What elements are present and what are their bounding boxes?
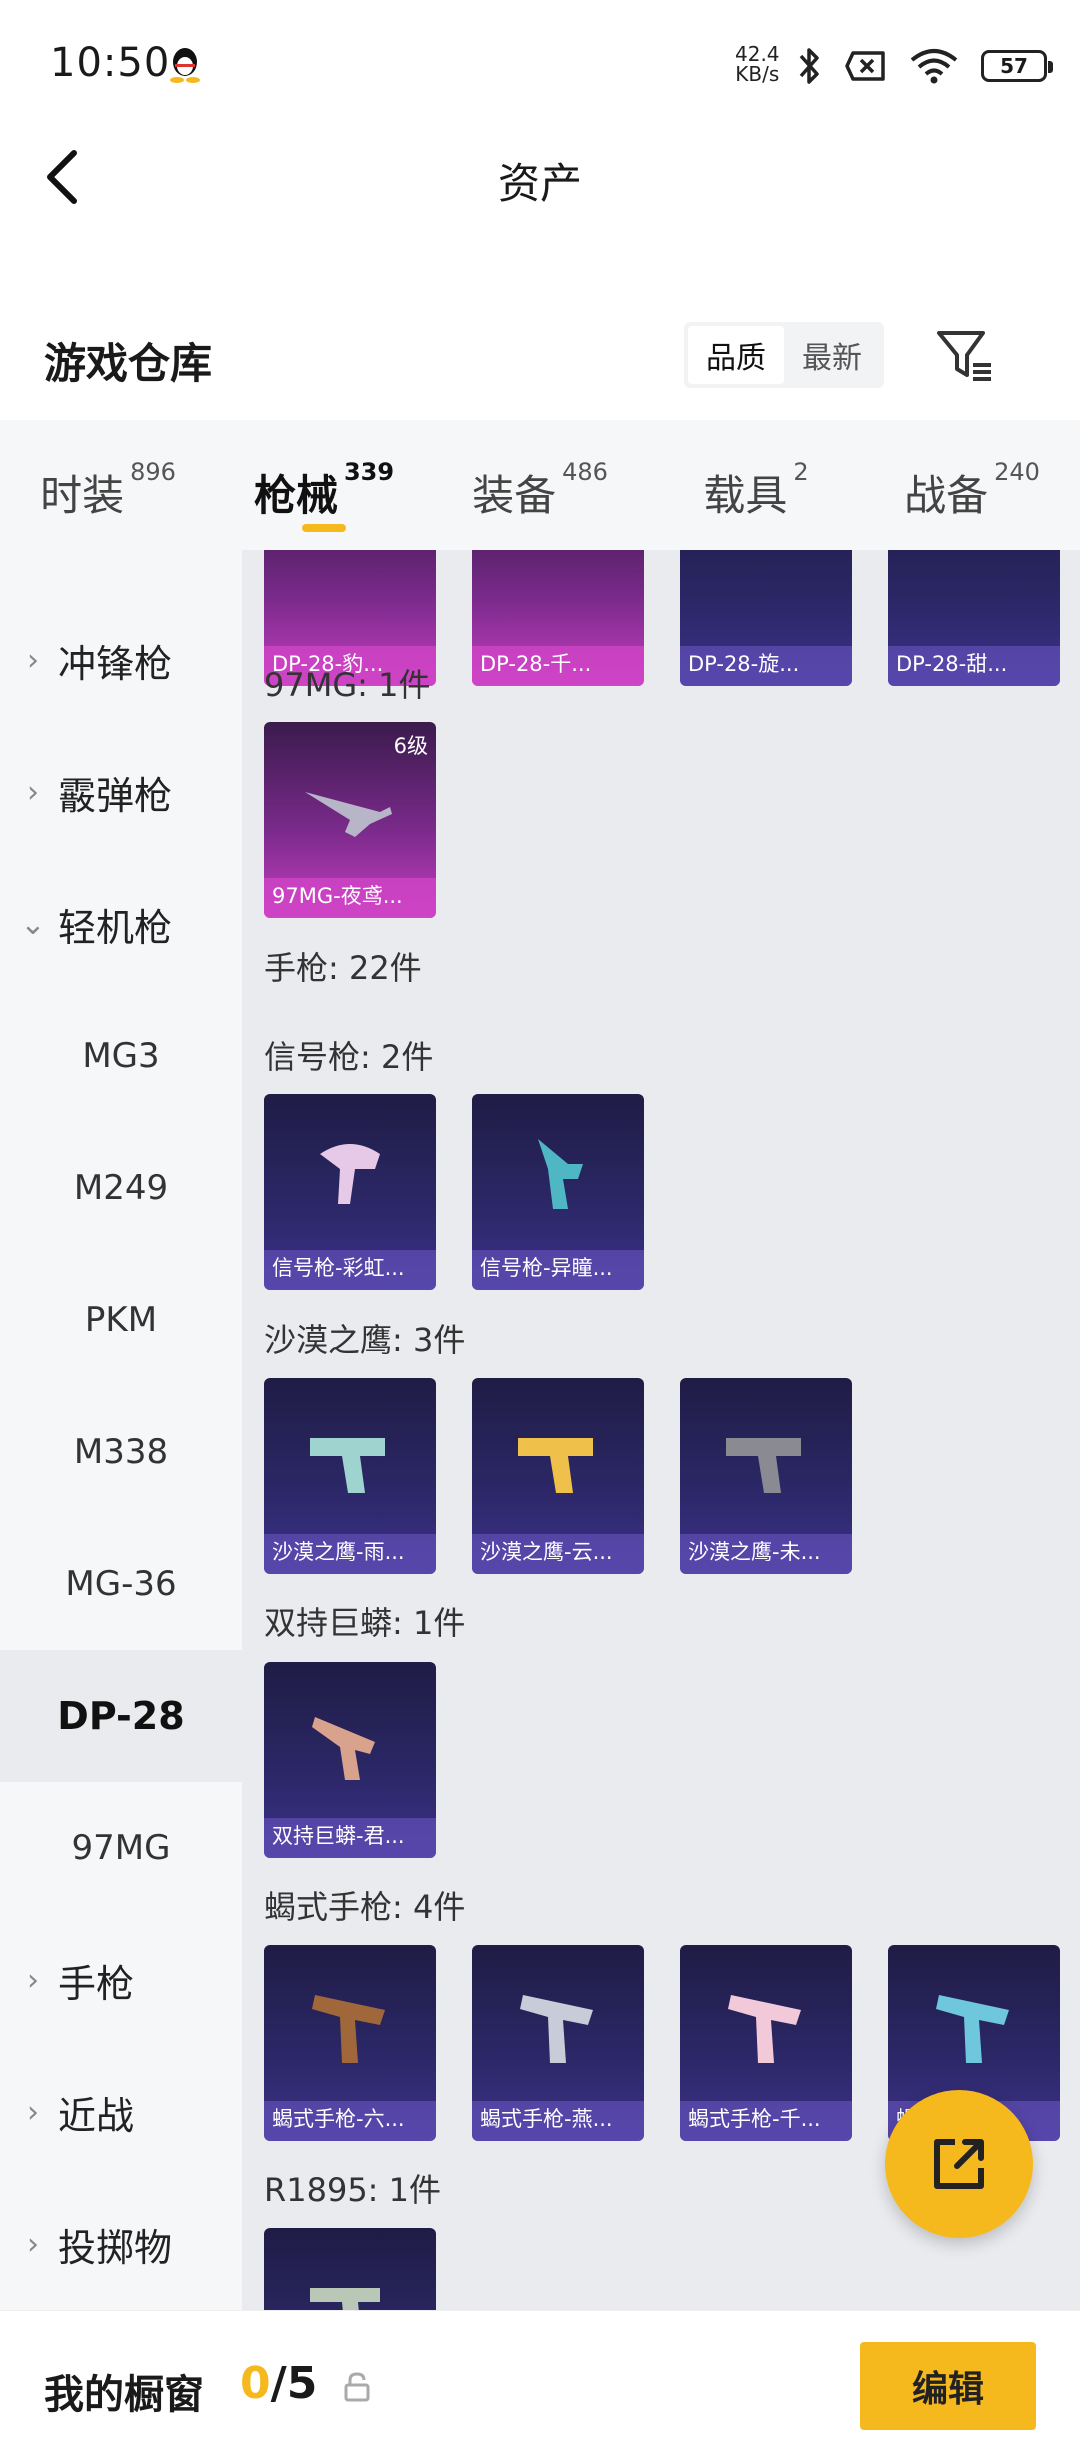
- group-title-flare-gun: 信号枪: 2件: [264, 1038, 434, 1076]
- share-button[interactable]: [885, 2090, 1033, 2238]
- chevron-right-icon: ›: [27, 2094, 39, 2130]
- chevron-down-icon: ⌄: [20, 906, 46, 942]
- item-card[interactable]: 信号枪-异瞳...: [472, 1094, 644, 1290]
- warehouse-title: 游戏仓库: [44, 339, 213, 388]
- status-time: 10:50: [50, 40, 171, 86]
- sidebar-item-m338[interactable]: M338: [0, 1386, 242, 1518]
- desert-eagle-image: [518, 1438, 593, 1493]
- showcase-count: 0/5: [240, 2358, 318, 2409]
- chevron-right-icon: ›: [27, 642, 39, 678]
- item-card[interactable]: 信号枪-彩虹...: [264, 1094, 436, 1290]
- share-export-icon: [934, 2139, 984, 2189]
- sidebar-item-smg[interactable]: › 冲锋枪: [0, 594, 242, 726]
- weapon-category-sidebar: › 冲锋枪 › 霰弹枪 ⌄ 轻机枪 MG3 M249 PKM M338 MG-36 D…: [0, 550, 242, 2310]
- sidebar-item-mg36[interactable]: MG-36: [0, 1518, 242, 1650]
- skorpion-image: [728, 1995, 801, 2063]
- active-tab-indicator: [302, 524, 346, 532]
- item-card[interactable]: 双持巨蟒-君...: [264, 1662, 436, 1858]
- item-card[interactable]: 沙漠之鹰-雨...: [264, 1378, 436, 1574]
- group-title-pistols: 手枪: 22件: [264, 949, 422, 987]
- skorpion-image: [936, 1995, 1009, 2063]
- sidebar-item-melee[interactable]: › 近战: [0, 2046, 242, 2178]
- sort-quality-button[interactable]: 品质: [688, 326, 784, 384]
- group-title-desert-eagle: 沙漠之鹰: 3件: [264, 1321, 466, 1359]
- sidebar-item-lmg[interactable]: ⌄ 轻机枪: [0, 858, 242, 990]
- item-card[interactable]: 蝎式手枪-千...: [680, 1945, 852, 2141]
- group-title-skorpion: 蝎式手枪: 4件: [264, 1888, 466, 1926]
- tab-firearms[interactable]: 枪械 339: [216, 420, 432, 550]
- sort-newest-button[interactable]: 最新: [784, 326, 880, 384]
- filter-icon[interactable]: [935, 325, 995, 385]
- sidebar-item-m249[interactable]: M249: [0, 1122, 242, 1254]
- sidebar-item-shotgun[interactable]: › 霰弹枪: [0, 726, 242, 858]
- edit-button[interactable]: 编辑: [860, 2342, 1036, 2430]
- flare-gun-image: [538, 1139, 583, 1209]
- tab-vehicles[interactable]: 载具 2: [648, 420, 864, 550]
- tab-supplies[interactable]: 战备 240: [864, 420, 1080, 550]
- skorpion-image: [312, 1995, 385, 2063]
- desert-eagle-image: [310, 1438, 385, 1493]
- item-card[interactable]: DP-28-旋...: [680, 550, 852, 686]
- showcase-label: 我的橱窗: [44, 2372, 204, 2418]
- status-bar: 10:50 42.4 KB/s 57: [0, 0, 1080, 140]
- battery-indicator: 57: [981, 50, 1053, 82]
- item-grid: DP-28-豹... DP-28-千... DP-28-旋... DP-28-甜…: [242, 550, 1080, 2310]
- item-card[interactable]: 蝎式手枪-六...: [264, 1945, 436, 2141]
- chevron-right-icon: ›: [27, 774, 39, 810]
- item-card[interactable]: [264, 2228, 436, 2310]
- sidebar-item-throwables[interactable]: › 投掷物: [0, 2178, 242, 2310]
- chevron-right-icon: ›: [27, 1962, 39, 1998]
- revolver-image: [310, 2288, 380, 2310]
- sidebar-item-97mg[interactable]: 97MG: [0, 1782, 242, 1914]
- lock-icon: [344, 2372, 370, 2402]
- item-card[interactable]: DP-28-千...: [472, 550, 644, 686]
- wifi-icon: [910, 49, 958, 84]
- category-tabs: 时装 896 枪械 339 装备 486 载具 2 战备 240: [0, 420, 1080, 550]
- item-card[interactable]: 沙漠之鹰-云...: [472, 1378, 644, 1574]
- no-sim-icon: [845, 51, 885, 81]
- group-title-r1895: R1895: 1件: [264, 2171, 441, 2209]
- desert-eagle-image: [726, 1438, 801, 1493]
- group-title-97mg: 97MG: 1件: [264, 666, 431, 704]
- revolver-image: [312, 1717, 375, 1780]
- sidebar-item-dp28[interactable]: DP-28: [0, 1650, 242, 1782]
- group-title-dual-python: 双持巨蟒: 1件: [264, 1604, 466, 1642]
- item-card[interactable]: 蝎式手枪-燕...: [472, 1945, 644, 2141]
- page-title: 资产: [497, 159, 582, 208]
- sidebar-item-pistol[interactable]: › 手枪: [0, 1914, 242, 2046]
- sidebar-item-pkm[interactable]: PKM: [0, 1254, 242, 1386]
- chevron-right-icon: ›: [27, 2226, 39, 2262]
- skorpion-image: [520, 1995, 593, 2063]
- qq-penguin-icon: [170, 48, 200, 83]
- item-card[interactable]: DP-28-甜...: [888, 550, 1060, 686]
- bluetooth-icon: [799, 48, 819, 84]
- machine-gun-image: [305, 792, 392, 837]
- sidebar-item-mg3[interactable]: MG3: [0, 990, 242, 1122]
- sort-toggle: 品质 最新: [684, 322, 884, 388]
- item-card[interactable]: 6级 97MG-夜鸢...: [264, 722, 436, 918]
- tab-equipment[interactable]: 装备 486: [432, 420, 648, 550]
- flare-gun-image: [320, 1144, 380, 1204]
- status-icons: 57: [795, 44, 1053, 88]
- net-speed: 42.4 KB/s: [735, 42, 780, 86]
- item-card[interactable]: 沙漠之鹰-未...: [680, 1378, 852, 1574]
- tab-fashion[interactable]: 时装 896: [0, 420, 216, 550]
